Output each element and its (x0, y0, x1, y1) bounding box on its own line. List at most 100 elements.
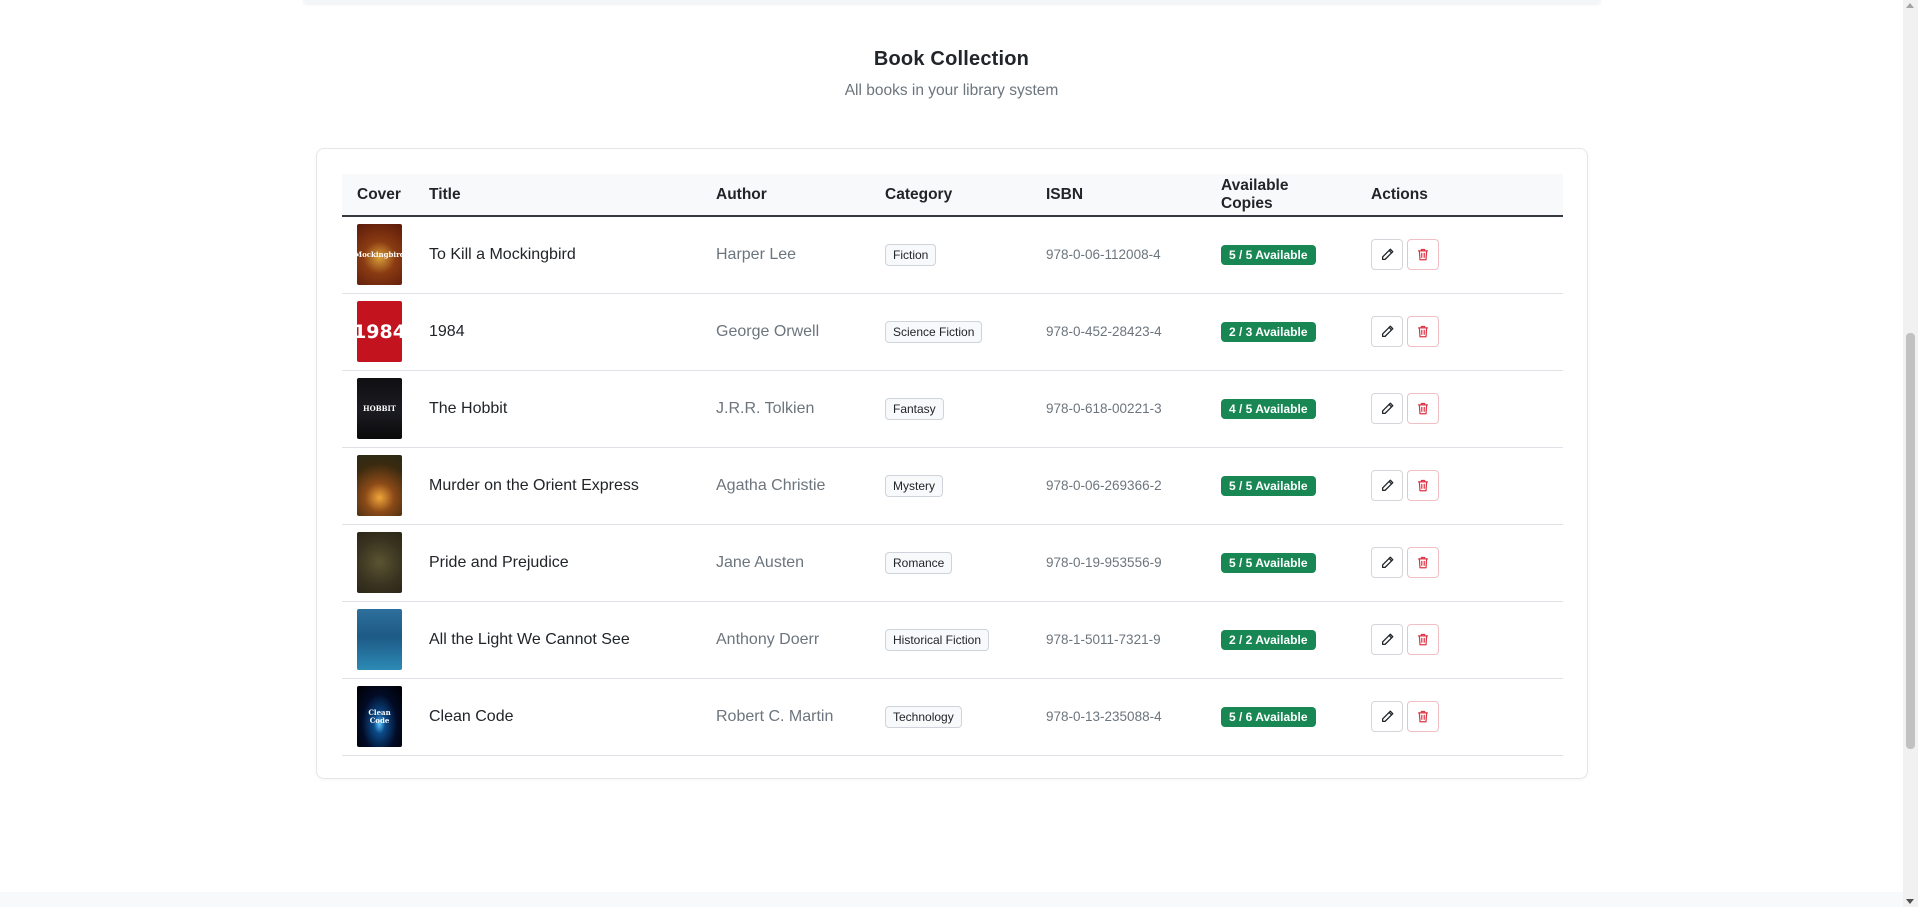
book-cover-image: 1984 (357, 301, 402, 362)
book-author: J.R.R. Tolkien (701, 370, 870, 448)
cover-cell: Mockingbird (342, 216, 414, 294)
edit-button[interactable] (1371, 393, 1403, 424)
table-row: Mockingbird To Kill a Mockingbird Harper… (342, 216, 1563, 294)
category-cell: Historical Fiction (870, 601, 1031, 679)
column-header-isbn: ISBN (1031, 174, 1206, 217)
table-body: Mockingbird To Kill a Mockingbird Harper… (342, 216, 1563, 756)
availability-badge: 5 / 5 Available (1221, 552, 1316, 573)
pencil-icon (1381, 248, 1394, 261)
row-actions (1371, 316, 1548, 347)
availability-badge: 2 / 3 Available (1221, 321, 1316, 342)
table-row: All the Light We Cannot See Anthony Doer… (342, 601, 1563, 679)
cover-cell: Clean Code (342, 678, 414, 756)
book-isbn: 978-0-452-28423-4 (1031, 293, 1206, 371)
edit-button[interactable] (1371, 316, 1403, 347)
book-isbn: 978-0-06-269366-2 (1031, 447, 1206, 525)
availability-cell: 2 / 2 Available (1206, 601, 1356, 679)
row-actions (1371, 470, 1548, 501)
category-cell: Romance (870, 524, 1031, 602)
table-header-row: Cover Title Author Category ISBN Availab… (342, 174, 1563, 217)
book-author: Harper Lee (701, 216, 870, 294)
page-subtitle: All books in your library system (844, 82, 1059, 99)
edit-button[interactable] (1371, 470, 1403, 501)
delete-button[interactable] (1407, 701, 1439, 732)
edit-button[interactable] (1371, 547, 1403, 578)
column-header-actions: Actions (1356, 174, 1563, 217)
availability-cell: 5 / 5 Available (1206, 447, 1356, 525)
row-actions (1371, 547, 1548, 578)
availability-badge: 5 / 5 Available (1221, 244, 1316, 265)
availability-cell: 4 / 5 Available (1206, 370, 1356, 448)
category-badge: Fiction (885, 243, 937, 266)
pencil-icon (1381, 633, 1394, 646)
trash-icon (1417, 556, 1429, 569)
book-title: Pride and Prejudice (414, 524, 701, 602)
book-cover-image: Clean Code (357, 686, 402, 747)
book-isbn: 978-0-06-112008-4 (1031, 216, 1206, 294)
edit-button[interactable] (1371, 239, 1403, 271)
actions-cell (1356, 678, 1563, 756)
pencil-icon (1381, 556, 1394, 569)
category-cell: Technology (870, 678, 1031, 756)
cover-title-text: HOBBIT (362, 403, 397, 413)
category-badge: Technology (885, 705, 962, 728)
category-badge: Historical Fiction (885, 628, 990, 651)
top-navbar-edge (303, 0, 1601, 4)
availability-badge: 5 / 6 Available (1221, 706, 1316, 727)
delete-button[interactable] (1407, 470, 1439, 501)
table-header: Cover Title Author Category ISBN Availab… (342, 174, 1563, 217)
delete-button[interactable] (1407, 547, 1439, 578)
pencil-icon (1381, 402, 1394, 415)
column-header-title: Title (414, 174, 701, 217)
book-cover-image: HOBBIT (357, 378, 402, 439)
column-header-author: Author (701, 174, 870, 217)
book-title: To Kill a Mockingbird (414, 216, 701, 294)
table-row: HOBBIT The Hobbit J.R.R. Tolkien Fantasy… (342, 370, 1563, 448)
book-cover-image (357, 609, 402, 670)
book-table-card: Cover Title Author Category ISBN Availab… (316, 148, 1588, 779)
category-badge: Mystery (885, 474, 943, 497)
column-header-available-copies: Available Copies (1206, 174, 1356, 217)
availability-cell: 5 / 5 Available (1206, 524, 1356, 602)
availability-badge: 2 / 2 Available (1221, 629, 1316, 650)
book-author: Jane Austen (701, 524, 870, 602)
scroll-up-arrow-icon[interactable] (1906, 3, 1914, 8)
availability-cell: 2 / 3 Available (1206, 293, 1356, 371)
row-actions (1371, 701, 1548, 732)
footer-edge (0, 892, 1903, 907)
availability-cell: 5 / 5 Available (1206, 216, 1356, 294)
table-row: Clean Code Clean Code Robert C. Martin T… (342, 678, 1563, 756)
trash-icon (1417, 248, 1429, 261)
vertical-scrollbar[interactable] (1903, 0, 1918, 907)
row-actions (1371, 239, 1548, 271)
page-title: Book Collection (873, 48, 1030, 70)
delete-button[interactable] (1407, 624, 1439, 655)
actions-cell (1356, 601, 1563, 679)
scroll-down-arrow-icon[interactable] (1906, 899, 1914, 904)
actions-cell (1356, 370, 1563, 448)
cover-title-text: Clean Code (368, 707, 391, 725)
edit-button[interactable] (1371, 701, 1403, 732)
book-cover-image (357, 455, 402, 516)
delete-button[interactable] (1407, 393, 1439, 424)
delete-button[interactable] (1407, 316, 1439, 347)
category-cell: Science Fiction (870, 293, 1031, 371)
book-author: George Orwell (701, 293, 870, 371)
trash-icon (1417, 710, 1429, 723)
scrollbar-thumb[interactable] (1906, 333, 1915, 749)
edit-button[interactable] (1371, 624, 1403, 655)
book-title: Clean Code (414, 678, 701, 756)
availability-badge: 4 / 5 Available (1221, 398, 1316, 419)
table-row: Murder on the Orient Express Agatha Chri… (342, 447, 1563, 525)
trash-icon (1417, 633, 1429, 646)
category-cell: Mystery (870, 447, 1031, 525)
category-badge: Romance (885, 551, 953, 574)
cover-cell: 1984 (342, 293, 414, 371)
actions-cell (1356, 293, 1563, 371)
delete-button[interactable] (1407, 239, 1439, 271)
pencil-icon (1381, 710, 1394, 723)
pencil-icon (1381, 325, 1394, 338)
book-isbn: 978-0-13-235088-4 (1031, 678, 1206, 756)
book-author: Anthony Doerr (701, 601, 870, 679)
cover-cell: HOBBIT (342, 370, 414, 448)
